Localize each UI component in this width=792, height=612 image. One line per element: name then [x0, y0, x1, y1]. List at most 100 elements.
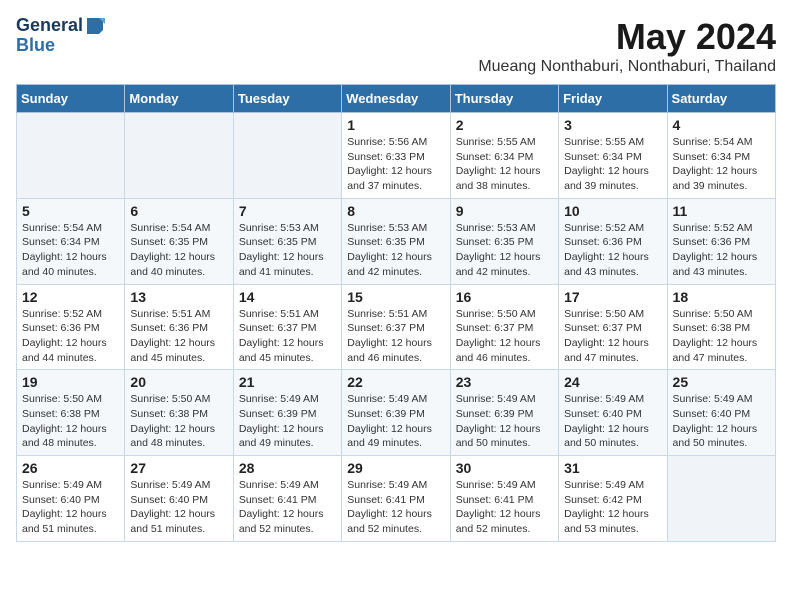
calendar-cell: 14 Sunrise: 5:51 AM Sunset: 6:37 PM Dayli… [233, 284, 341, 370]
day-info: Sunrise: 5:51 AM Sunset: 6:37 PM Dayligh… [347, 307, 444, 366]
weekday-header-thursday: Thursday [450, 85, 558, 113]
calendar-cell: 23 Sunrise: 5:49 AM Sunset: 6:39 PM Dayli… [450, 370, 558, 456]
day-number: 29 [347, 460, 444, 476]
day-number: 14 [239, 289, 336, 305]
calendar-cell: 18 Sunrise: 5:50 AM Sunset: 6:38 PM Dayli… [667, 284, 775, 370]
day-info: Sunrise: 5:54 AM Sunset: 6:34 PM Dayligh… [673, 135, 770, 194]
day-info: Sunrise: 5:49 AM Sunset: 6:40 PM Dayligh… [673, 392, 770, 451]
calendar-cell [17, 113, 125, 199]
day-info: Sunrise: 5:50 AM Sunset: 6:38 PM Dayligh… [673, 307, 770, 366]
day-number: 27 [130, 460, 227, 476]
calendar-cell: 15Sunrise: 5:51 AM Sunset: 6:37 PM Dayli… [342, 284, 450, 370]
day-number: 25 [673, 374, 770, 390]
calendar-cell: 8 Sunrise: 5:53 AM Sunset: 6:35 PM Daylig… [342, 198, 450, 284]
day-info: Sunrise: 5:56 AM Sunset: 6:33 PM Dayligh… [347, 135, 444, 194]
weekday-header-friday: Friday [559, 85, 667, 113]
weekday-header-sunday: Sunday [17, 85, 125, 113]
calendar-cell: 2Sunrise: 5:55 AM Sunset: 6:34 PM Daylig… [450, 113, 558, 199]
calendar-cell: 9 Sunrise: 5:53 AM Sunset: 6:35 PM Daylig… [450, 198, 558, 284]
day-number: 17 [564, 289, 661, 305]
day-info: Sunrise: 5:49 AM Sunset: 6:39 PM Dayligh… [347, 392, 444, 451]
calendar-cell: 12Sunrise: 5:52 AM Sunset: 6:36 PM Dayli… [17, 284, 125, 370]
day-info: Sunrise: 5:50 AM Sunset: 6:37 PM Dayligh… [564, 307, 661, 366]
day-number: 18 [673, 289, 770, 305]
day-info: Sunrise: 5:55 AM Sunset: 6:34 PM Dayligh… [564, 135, 661, 194]
day-info: Sunrise: 5:49 AM Sunset: 6:39 PM Dayligh… [239, 392, 336, 451]
calendar-cell: 5Sunrise: 5:54 AM Sunset: 6:34 PM Daylig… [17, 198, 125, 284]
day-info: Sunrise: 5:49 AM Sunset: 6:41 PM Dayligh… [347, 478, 444, 537]
weekday-header-saturday: Saturday [667, 85, 775, 113]
calendar-cell: 29 Sunrise: 5:49 AM Sunset: 6:41 PM Dayli… [342, 456, 450, 542]
calendar-week-row: 19 Sunrise: 5:50 AM Sunset: 6:38 PM Dayli… [17, 370, 776, 456]
calendar-week-row: 1Sunrise: 5:56 AM Sunset: 6:33 PM Daylig… [17, 113, 776, 199]
page-header: General Blue May 2024 Mueang Nonthaburi,… [16, 16, 776, 76]
day-number: 12 [22, 289, 119, 305]
day-info: Sunrise: 5:52 AM Sunset: 6:36 PM Dayligh… [673, 221, 770, 280]
day-info: Sunrise: 5:49 AM Sunset: 6:41 PM Dayligh… [456, 478, 553, 537]
day-info: Sunrise: 5:49 AM Sunset: 6:40 PM Dayligh… [564, 392, 661, 451]
logo-blue: Blue [16, 35, 55, 55]
day-info: Sunrise: 5:51 AM Sunset: 6:37 PM Dayligh… [239, 307, 336, 366]
day-info: Sunrise: 5:51 AM Sunset: 6:36 PM Dayligh… [130, 307, 227, 366]
calendar-cell: 27Sunrise: 5:49 AM Sunset: 6:40 PM Dayli… [125, 456, 233, 542]
day-number: 6 [130, 203, 227, 219]
title-area: May 2024 Mueang Nonthaburi, Nonthaburi, … [478, 16, 776, 76]
day-number: 28 [239, 460, 336, 476]
calendar-cell: 16 Sunrise: 5:50 AM Sunset: 6:37 PM Dayli… [450, 284, 558, 370]
calendar-cell: 7 Sunrise: 5:53 AM Sunset: 6:35 PM Daylig… [233, 198, 341, 284]
day-number: 30 [456, 460, 553, 476]
day-info: Sunrise: 5:49 AM Sunset: 6:39 PM Dayligh… [456, 392, 553, 451]
calendar-cell: 28Sunrise: 5:49 AM Sunset: 6:41 PM Dayli… [233, 456, 341, 542]
day-number: 3 [564, 117, 661, 133]
day-number: 16 [456, 289, 553, 305]
day-info: Sunrise: 5:54 AM Sunset: 6:35 PM Dayligh… [130, 221, 227, 280]
day-info: Sunrise: 5:50 AM Sunset: 6:38 PM Dayligh… [22, 392, 119, 451]
weekday-header-row: SundayMondayTuesdayWednesdayThursdayFrid… [17, 85, 776, 113]
day-info: Sunrise: 5:53 AM Sunset: 6:35 PM Dayligh… [239, 221, 336, 280]
day-number: 9 [456, 203, 553, 219]
day-number: 7 [239, 203, 336, 219]
calendar-cell: 6 Sunrise: 5:54 AM Sunset: 6:35 PM Daylig… [125, 198, 233, 284]
day-number: 2 [456, 117, 553, 133]
day-info: Sunrise: 5:52 AM Sunset: 6:36 PM Dayligh… [564, 221, 661, 280]
day-number: 31 [564, 460, 661, 476]
day-info: Sunrise: 5:49 AM Sunset: 6:42 PM Dayligh… [564, 478, 661, 537]
day-number: 19 [22, 374, 119, 390]
day-number: 8 [347, 203, 444, 219]
calendar-week-row: 26Sunrise: 5:49 AM Sunset: 6:40 PM Dayli… [17, 456, 776, 542]
calendar-cell: 24 Sunrise: 5:49 AM Sunset: 6:40 PM Dayli… [559, 370, 667, 456]
day-number: 26 [22, 460, 119, 476]
calendar-cell: 17 Sunrise: 5:50 AM Sunset: 6:37 PM Dayli… [559, 284, 667, 370]
day-number: 13 [130, 289, 227, 305]
calendar-table: SundayMondayTuesdayWednesdayThursdayFrid… [16, 84, 776, 542]
calendar-cell: 4Sunrise: 5:54 AM Sunset: 6:34 PM Daylig… [667, 113, 775, 199]
day-number: 11 [673, 203, 770, 219]
weekday-header-tuesday: Tuesday [233, 85, 341, 113]
day-number: 23 [456, 374, 553, 390]
calendar-cell: 31 Sunrise: 5:49 AM Sunset: 6:42 PM Dayli… [559, 456, 667, 542]
day-number: 22 [347, 374, 444, 390]
day-number: 24 [564, 374, 661, 390]
calendar-cell: 19 Sunrise: 5:50 AM Sunset: 6:38 PM Dayli… [17, 370, 125, 456]
calendar-cell: 25 Sunrise: 5:49 AM Sunset: 6:40 PM Dayli… [667, 370, 775, 456]
day-number: 20 [130, 374, 227, 390]
calendar-cell: 22 Sunrise: 5:49 AM Sunset: 6:39 PM Dayli… [342, 370, 450, 456]
day-info: Sunrise: 5:53 AM Sunset: 6:35 PM Dayligh… [456, 221, 553, 280]
calendar-cell: 30 Sunrise: 5:49 AM Sunset: 6:41 PM Dayli… [450, 456, 558, 542]
calendar-cell [125, 113, 233, 199]
calendar-cell [233, 113, 341, 199]
calendar-cell: 1Sunrise: 5:56 AM Sunset: 6:33 PM Daylig… [342, 113, 450, 199]
logo: General Blue [16, 16, 105, 56]
calendar-week-row: 12Sunrise: 5:52 AM Sunset: 6:36 PM Dayli… [17, 284, 776, 370]
logo-general: General [16, 16, 83, 36]
calendar-cell: 3 Sunrise: 5:55 AM Sunset: 6:34 PM Daylig… [559, 113, 667, 199]
day-info: Sunrise: 5:50 AM Sunset: 6:37 PM Dayligh… [456, 307, 553, 366]
calendar-cell: 26Sunrise: 5:49 AM Sunset: 6:40 PM Dayli… [17, 456, 125, 542]
calendar-cell: 21 Sunrise: 5:49 AM Sunset: 6:39 PM Dayli… [233, 370, 341, 456]
weekday-header-monday: Monday [125, 85, 233, 113]
weekday-header-wednesday: Wednesday [342, 85, 450, 113]
day-number: 21 [239, 374, 336, 390]
main-title: May 2024 [478, 16, 776, 58]
day-info: Sunrise: 5:53 AM Sunset: 6:35 PM Dayligh… [347, 221, 444, 280]
day-info: Sunrise: 5:50 AM Sunset: 6:38 PM Dayligh… [130, 392, 227, 451]
